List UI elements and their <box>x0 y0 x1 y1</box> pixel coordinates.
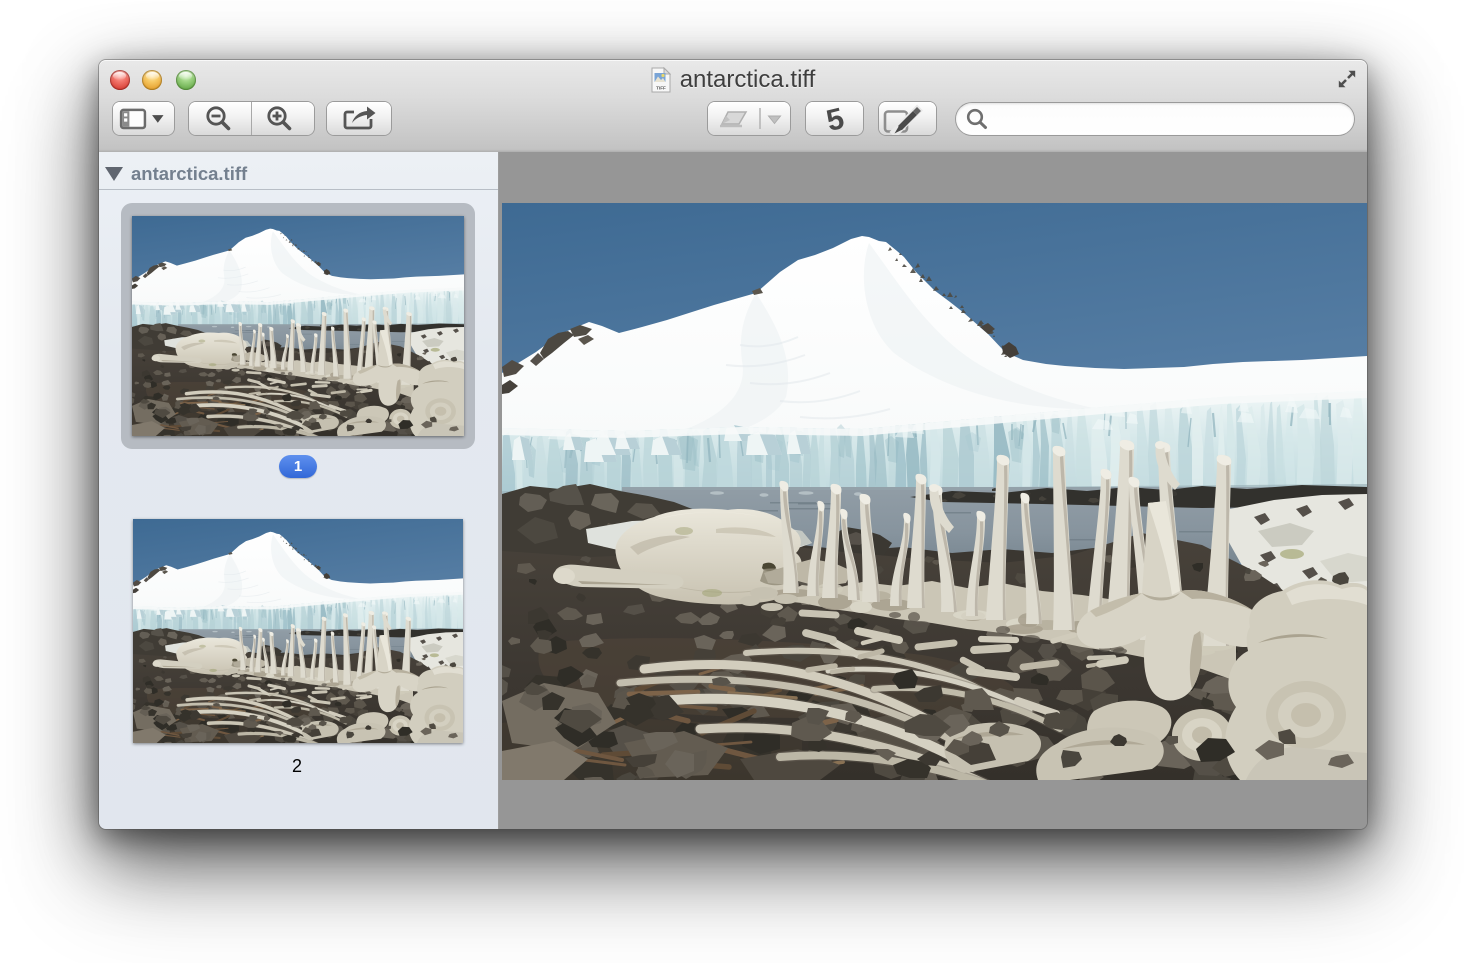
svg-text:5: 5 <box>823 102 847 135</box>
svg-text:TIFF: TIFF <box>656 86 666 91</box>
